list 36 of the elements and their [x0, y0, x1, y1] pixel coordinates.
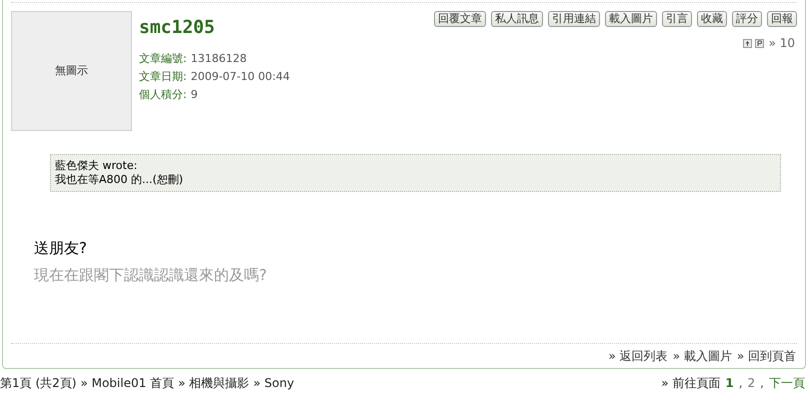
action-button[interactable]: 引言 [662, 11, 692, 27]
info-value: 9 [190, 87, 198, 103]
action-button[interactable]: 回覆文章 [434, 11, 486, 27]
page-indicator: 第1頁 (共2頁) [0, 375, 76, 392]
footer-link[interactable]: » 載入圖片 [672, 347, 732, 365]
action-button[interactable]: 收藏 [697, 11, 727, 27]
info-value: 2009-07-10 00:44 [190, 69, 290, 85]
up-arrow-icon[interactable] [742, 38, 752, 48]
separator: , [738, 375, 743, 392]
quote-author: 藍色傑夫 wrote: [55, 159, 138, 173]
action-button[interactable]: 載入圖片 [605, 11, 657, 27]
footer-link[interactable]: » 回到頁首 [736, 347, 796, 365]
action-button[interactable]: 回報 [767, 11, 797, 27]
page-link[interactable]: 2 [748, 374, 756, 392]
page-link[interactable]: 1 [725, 374, 734, 392]
post-text: 現在在跟閣下認識認識還來的及嗎? [34, 265, 267, 285]
footer-link[interactable]: » 返回列表 [608, 347, 668, 365]
no-image-text: 無圖示 [55, 62, 88, 79]
separator: , [760, 375, 764, 392]
info-value: 13186128 [190, 51, 247, 67]
info-label: 文章日期: [139, 69, 187, 85]
p-square-icon[interactable] [754, 38, 764, 48]
pagination-label: » 前往頁面 [661, 375, 720, 392]
action-button[interactable]: 私人訊息 [491, 11, 543, 27]
username[interactable]: smc1205 [139, 17, 290, 39]
post-text: 送朋友? [34, 238, 87, 258]
quote-text: 我也在等A800 的...(恕刪) [55, 173, 184, 187]
floor-number: » 10 [768, 35, 795, 52]
action-button[interactable]: 評分 [732, 11, 762, 27]
info-label: 文章編號: [139, 51, 187, 67]
info-label: 個人積分: [139, 87, 187, 103]
action-button[interactable]: 引用連結 [548, 11, 600, 27]
breadcrumb-link[interactable]: » Sony [253, 374, 294, 392]
breadcrumb-link[interactable]: » 相機與攝影 [178, 374, 250, 392]
next-page-link[interactable]: 下一頁 [769, 374, 805, 392]
breadcrumb-link[interactable]: » Mobile01 首頁 [80, 374, 174, 392]
